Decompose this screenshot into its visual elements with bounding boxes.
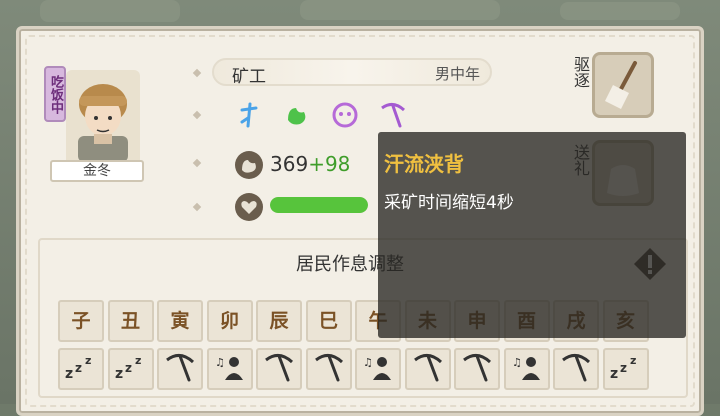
expel-button[interactable]: 驱逐 (566, 52, 658, 124)
age-group: 男中年 (434, 65, 480, 83)
tooltip-description: 采矿时间缩短4秒 (384, 193, 514, 213)
pickaxe-icon[interactable] (404, 348, 451, 390)
svg-text:z: z (85, 354, 91, 367)
world-terrain (300, 0, 500, 20)
hour-cell[interactable]: 卯 (206, 300, 253, 342)
mood-icon[interactable] (330, 100, 360, 130)
stat-bonus: +98 (308, 152, 351, 176)
hour-cell[interactable]: 丑 (107, 300, 154, 342)
sleep-icon[interactable]: zzz (58, 348, 104, 390)
health-bar (270, 197, 368, 213)
leisure-music-icon[interactable]: ♫ (503, 348, 550, 390)
job-name: 矿工 (232, 67, 266, 87)
pickaxe-icon[interactable] (553, 348, 599, 390)
leisure-music-icon[interactable]: ♫ (206, 348, 253, 390)
svg-text:♫: ♫ (363, 356, 373, 369)
broom-icon (592, 52, 654, 118)
leisure-music-icon[interactable]: ♫ (355, 348, 401, 390)
svg-text:z: z (630, 354, 636, 367)
talent-icon[interactable] (234, 100, 264, 130)
svg-text:z: z (135, 354, 141, 367)
job-bar: 矿工 男中年 (212, 58, 492, 87)
hour-cell[interactable]: 巳 (305, 300, 352, 342)
health-bar-fill (270, 197, 368, 213)
stat-value: 369+98 (270, 152, 350, 176)
heart-icon (235, 193, 263, 221)
svg-text:z: z (75, 361, 82, 375)
pickaxe-skill-icon[interactable] (378, 100, 408, 130)
tooltip-title: 汗流浃背 (384, 152, 464, 176)
hour-cell[interactable]: 辰 (256, 300, 302, 342)
svg-text:z: z (610, 366, 618, 382)
eating-status-tag: 吃饭中 (44, 66, 66, 122)
world-terrain (560, 2, 680, 20)
pickaxe-icon[interactable] (157, 348, 203, 390)
pickaxe-icon[interactable] (305, 348, 352, 390)
svg-text:♫: ♫ (512, 356, 522, 369)
hour-cell[interactable]: 寅 (157, 300, 203, 342)
world-terrain (40, 0, 180, 22)
svg-text:z: z (65, 366, 73, 382)
sleep-icon[interactable]: zzz (602, 348, 649, 390)
resident-portrait (66, 70, 140, 162)
resident-name: 金冬 (50, 160, 144, 182)
pickaxe-icon[interactable] (256, 348, 302, 390)
stat-base: 369 (270, 152, 309, 176)
miner-portrait-icon (78, 84, 128, 162)
sleep-icon[interactable]: zzz (107, 348, 154, 390)
svg-text:z: z (125, 361, 132, 375)
hour-cell[interactable]: 子 (58, 300, 104, 342)
pickaxe-icon[interactable] (454, 348, 500, 390)
svg-text:z: z (115, 366, 123, 382)
svg-text:z: z (620, 361, 627, 375)
muscle-icon (235, 151, 263, 179)
strength-icon[interactable] (282, 100, 312, 130)
trait-tooltip: 汗流浃背 采矿时间缩短4秒 (378, 132, 686, 338)
svg-text:♫: ♫ (215, 356, 225, 369)
activity-row: z z z z z z ♫ ♫ ♫ z z z (58, 348, 678, 392)
trait-list (234, 100, 424, 130)
resident-avatar: 吃饭中 金冬 (44, 50, 144, 182)
expel-label: 驱逐 (571, 56, 590, 88)
